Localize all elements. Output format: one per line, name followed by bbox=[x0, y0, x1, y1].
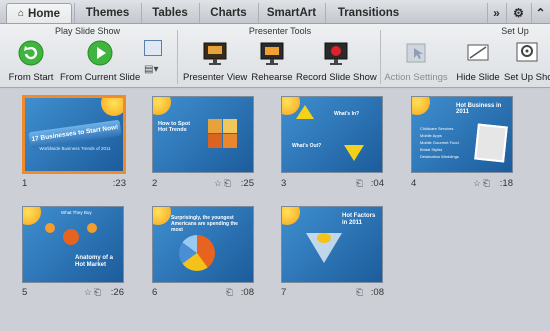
tab-tables[interactable]: Tables bbox=[141, 3, 198, 23]
diagram-shape bbox=[223, 119, 237, 133]
collapse-ribbon-icon[interactable]: ⌃ bbox=[531, 3, 549, 23]
up-arrow bbox=[296, 105, 314, 119]
tab-transitions[interactable]: Transitions bbox=[325, 3, 411, 23]
diagram-shape bbox=[63, 229, 79, 245]
divider bbox=[177, 30, 178, 84]
rehearse-icon bbox=[260, 42, 284, 65]
action-settings-button[interactable]: Action Settings bbox=[384, 40, 448, 83]
divider bbox=[380, 30, 381, 84]
slide-title: What's In? bbox=[334, 111, 360, 117]
slide-timing: :23 bbox=[112, 178, 126, 189]
slide-thumbnail[interactable]: Surprisingly, the youngest Americans are… bbox=[152, 206, 254, 283]
slide-timing: :08 bbox=[370, 287, 384, 298]
tab-charts[interactable]: Charts bbox=[199, 3, 257, 23]
slide-number: 7 bbox=[281, 287, 287, 298]
slide-thumbnail[interactable]: How to Spot Hot Trends bbox=[152, 96, 254, 173]
slide-thumbnail[interactable]: Hot Factors in 2011 bbox=[281, 206, 383, 283]
action-settings-icon bbox=[406, 43, 426, 63]
diagram-shape bbox=[317, 233, 331, 243]
more-tabs-icon[interactable]: » bbox=[487, 3, 505, 23]
ribbon-slide-show: Play Slide Show Presenter Tools Set Up F… bbox=[0, 24, 550, 88]
sun-graphic bbox=[153, 97, 171, 115]
diagram-shape bbox=[45, 223, 55, 233]
slide-number: 3 bbox=[281, 178, 287, 189]
from-start-button[interactable]: From Start bbox=[6, 40, 56, 83]
sun-graphic bbox=[412, 97, 430, 115]
sun-graphic bbox=[153, 207, 171, 225]
group-title-presenter: Presenter Tools bbox=[248, 26, 312, 36]
hide-slide-button[interactable]: Hide Slide bbox=[454, 40, 502, 83]
presenter-view-button[interactable]: Presenter View bbox=[183, 40, 247, 83]
slide-thumbnail[interactable]: Hot Business in 2011 Childcare Services … bbox=[411, 96, 513, 173]
group-title-play: Play Slide Show bbox=[54, 26, 121, 36]
animation-transition-icons: ☆ ⎗ bbox=[214, 178, 231, 188]
setup-show-icon bbox=[516, 42, 538, 62]
ribbon-tab-bar: ⌂ Home Themes Tables Charts SmartArt Tran… bbox=[0, 0, 550, 24]
record-slide-show-button[interactable]: Record Slide Show bbox=[296, 40, 377, 83]
slide-number: 4 bbox=[411, 178, 417, 189]
slide-title: Anatomy of a Hot Market bbox=[75, 255, 114, 268]
home-icon: ⌂ bbox=[18, 8, 25, 19]
slide-timing: :18 bbox=[499, 178, 513, 189]
diagram-shape bbox=[208, 134, 222, 148]
slide-subtitle: Worldwide Business Trends of 2011 bbox=[39, 146, 111, 151]
diagram-shape bbox=[87, 223, 97, 233]
down-arrow bbox=[344, 145, 364, 161]
slide-title: Hot Factors in 2011 bbox=[342, 213, 376, 226]
slide-timing: :26 bbox=[110, 287, 124, 298]
sun-graphic bbox=[23, 207, 41, 225]
play-from-start-icon bbox=[18, 40, 44, 66]
animation-transition-icons: ☆ ⎗ bbox=[84, 287, 101, 297]
slide-title: 17 Businesses to Start Now! bbox=[28, 119, 122, 149]
slide-title: Hot Business in 2011 bbox=[456, 103, 502, 115]
diagram-shape bbox=[223, 134, 237, 148]
slide-timing: :08 bbox=[240, 287, 254, 298]
slide-subtitle: What's Out? bbox=[292, 143, 322, 149]
photo-image bbox=[474, 123, 508, 163]
slide-number: 2 bbox=[152, 178, 158, 189]
from-current-slide-button[interactable]: From Current Slide bbox=[60, 40, 140, 83]
slide-title: How to Spot Hot Trends bbox=[158, 121, 191, 133]
set-up-show-button[interactable]: Set Up Show bbox=[504, 40, 550, 83]
record-icon bbox=[324, 42, 348, 65]
group-title-setup: Set Up bbox=[501, 26, 529, 36]
tab-themes[interactable]: Themes bbox=[74, 3, 140, 23]
tab-smartart[interactable]: SmartArt bbox=[258, 3, 324, 23]
sun-graphic bbox=[282, 207, 300, 225]
hide-slide-icon bbox=[467, 44, 489, 61]
slide-number: 6 bbox=[152, 287, 158, 298]
slide-bullets: Childcare Services Mobile Apps Mobile Go… bbox=[420, 126, 459, 159]
slide-number: 1 bbox=[22, 178, 28, 189]
animation-transition-icons: ☆ ⎗ bbox=[473, 178, 490, 188]
rehearse-button[interactable]: Rehearse bbox=[251, 40, 293, 83]
custom-show-icon[interactable] bbox=[144, 40, 162, 56]
sun-graphic bbox=[101, 98, 123, 116]
slide-thumbnail[interactable]: What They Buy Anatomy of a Hot Market bbox=[22, 206, 124, 283]
pie-chart-graphic bbox=[179, 235, 215, 271]
play-icon bbox=[87, 40, 113, 66]
diagram-shape bbox=[208, 119, 222, 133]
slide-timing: :25 bbox=[240, 178, 254, 189]
slide-title: Surprisingly, the youngest Americans are… bbox=[171, 215, 238, 233]
slide-number: 5 bbox=[22, 287, 28, 298]
presenter-view-icon bbox=[203, 42, 227, 65]
settings-icon[interactable]: ⚙ bbox=[506, 3, 530, 23]
slide-subtitle: What They Buy bbox=[61, 210, 92, 215]
slide-thumbnail[interactable]: 17 Businesses to Start Now! Worldwide Bu… bbox=[22, 95, 126, 174]
slide-thumbnail[interactable]: What's In? What's Out? bbox=[281, 96, 383, 173]
slide-timing: :04 bbox=[370, 178, 384, 189]
slide-sorter: 17 Businesses to Start Now! Worldwide Bu… bbox=[0, 89, 550, 331]
slideshow-options-icon[interactable]: ▤▾ bbox=[144, 64, 168, 80]
tab-home[interactable]: ⌂ Home bbox=[6, 3, 72, 23]
